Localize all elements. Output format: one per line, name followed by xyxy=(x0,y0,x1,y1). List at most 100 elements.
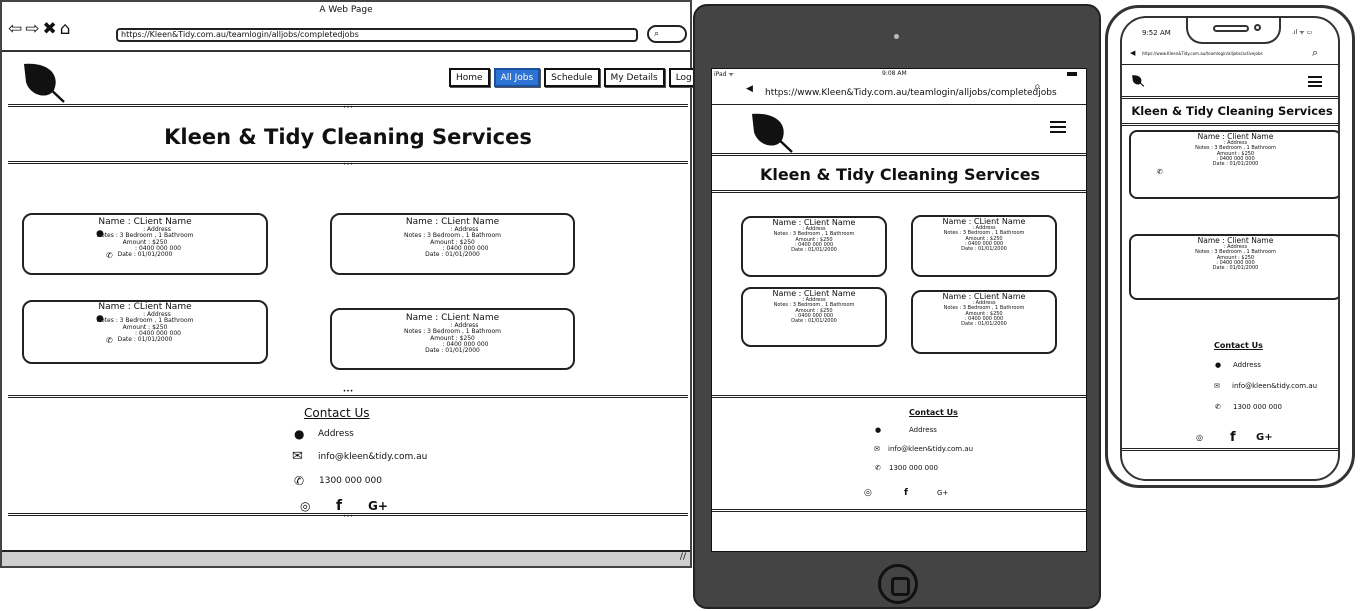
divider xyxy=(712,190,1086,193)
map-pin-icon: ● xyxy=(1215,361,1222,369)
resize-grip: ••• xyxy=(342,388,354,395)
map-pin-icon: ● xyxy=(875,426,882,434)
resize-grip: ••• xyxy=(342,104,354,111)
job-date: Date : 01/01/2000 xyxy=(1212,161,1259,167)
search-icon[interactable]: ⌕ xyxy=(1312,46,1318,60)
job-date: Date : 01/01/2000 xyxy=(961,321,1007,327)
phone-icon: ✆ xyxy=(106,251,113,260)
job-date: Date : 01/01/2000 xyxy=(791,318,837,324)
job-card[interactable]: Name : CLient Name : Address Notes : 3 B… xyxy=(330,213,575,275)
hamburger-menu-icon[interactable] xyxy=(1050,121,1066,133)
tablet-status-left: iPad ᯤ xyxy=(714,71,734,78)
job-date: Date : 01/01/2000 xyxy=(117,251,173,259)
contact-email[interactable]: info@kleen&tidy.com.au xyxy=(888,445,973,453)
job-card[interactable]: Name : CLient Name ● : Address Notes : 3… xyxy=(22,300,268,364)
leaf-logo-icon[interactable] xyxy=(1131,74,1145,87)
divider xyxy=(1122,123,1338,126)
map-pin-icon: ● xyxy=(96,314,104,324)
facebook-icon[interactable]: f xyxy=(336,498,368,514)
back-arrow-icon[interactable]: ⇦ xyxy=(8,19,25,39)
instagram-icon[interactable]: ◎ xyxy=(300,499,336,513)
instagram-icon[interactable]: ◎ xyxy=(1196,433,1230,442)
job-card[interactable]: Name : CLient Name : Address Notes : 3 B… xyxy=(741,287,887,347)
contact-email[interactable]: info@kleen&tidy.com.au xyxy=(318,452,427,462)
contact-address-row: ● Address xyxy=(875,426,937,434)
phone-address-bar[interactable]: https://www.Kleen&Tidy.com.au/teamlogin/… xyxy=(1142,51,1263,56)
desktop-browser-window: A Web Page ⇦⇨✖⌂ https://Kleen&Tidy.com.a… xyxy=(0,0,718,568)
signal-wifi-battery-icons: .ıl ᯤ ▭ xyxy=(1292,29,1313,36)
phone-site-title: Kleen & Tidy Cleaning Services xyxy=(1131,104,1333,118)
divider xyxy=(1122,96,1338,99)
phone-icon: ✆ xyxy=(1215,403,1221,411)
site-title: Kleen & Tidy Cleaning Services xyxy=(164,125,532,149)
phone-notch xyxy=(1186,18,1281,44)
job-date: Date : 01/01/2000 xyxy=(791,247,837,253)
phone-status-time: 9:52 AM xyxy=(1142,29,1171,37)
tablet-home-button[interactable] xyxy=(878,564,918,604)
contact-phone[interactable]: 1300 000 000 xyxy=(889,464,938,472)
phone-icon: ✆ xyxy=(106,336,113,345)
tablet-site-title: Kleen & Tidy Cleaning Services xyxy=(759,165,1041,184)
contact-title: Contact Us xyxy=(1214,341,1263,350)
map-pin-icon: ● xyxy=(96,229,104,239)
tablet-camera xyxy=(894,34,899,39)
job-date: Date : 01/01/2000 xyxy=(117,336,173,344)
social-links: ◎ f G+ xyxy=(1196,430,1273,445)
back-icon[interactable]: ◀ xyxy=(1130,49,1135,57)
job-card[interactable]: Name : CLient Name : Address Notes : 3 B… xyxy=(741,216,887,277)
phone-icon: ✆ xyxy=(294,474,305,488)
back-icon[interactable]: ◀ xyxy=(746,84,753,94)
contact-title: Contact Us xyxy=(909,408,958,417)
job-card[interactable]: Name : CLient Name : Address Notes : 3 B… xyxy=(911,215,1057,277)
contact-phone[interactable]: 1300 000 000 xyxy=(1233,403,1282,411)
google-plus-icon[interactable]: G+ xyxy=(368,499,388,513)
browser-statusbar: // xyxy=(2,550,690,566)
search-icon: ⌕ xyxy=(654,29,660,39)
job-card[interactable]: Name : Client Name : Address Notes : 3 B… xyxy=(1129,234,1338,300)
address-bar[interactable]: https://Kleen&Tidy.com.au/teamlogin/allj… xyxy=(116,28,638,42)
nav-all-jobs[interactable]: All Jobs xyxy=(493,68,541,87)
leaf-logo-icon[interactable] xyxy=(20,60,68,104)
social-links: ◎ f G+ xyxy=(864,488,948,498)
tablet-address-bar[interactable]: https://www.Kleen&Tidy.com.au/teamlogin/… xyxy=(765,88,1057,98)
contact-address-row: ● Address xyxy=(1215,361,1261,369)
divider xyxy=(712,395,1086,398)
contact-address-row: ● Address xyxy=(294,427,354,441)
browser-search-button[interactable]: ⌕ xyxy=(647,25,687,43)
google-plus-icon[interactable]: G+ xyxy=(1256,432,1273,443)
window-title: A Web Page xyxy=(319,5,373,15)
home-icon[interactable]: ⌂ xyxy=(60,19,74,39)
resize-grip: ••• xyxy=(342,513,354,520)
job-date: Date : 01/01/2000 xyxy=(1212,265,1259,271)
contact-address: Address xyxy=(1233,361,1261,369)
hamburger-menu-icon[interactable] xyxy=(1308,76,1322,87)
facebook-icon[interactable]: f xyxy=(1230,430,1256,445)
contact-email-row: ✉ info@kleen&tidy.com.au xyxy=(1214,382,1317,390)
divider xyxy=(1122,64,1338,65)
google-plus-icon[interactable]: G+ xyxy=(937,489,948,497)
leaf-logo-icon[interactable] xyxy=(748,110,796,154)
instagram-icon[interactable]: ◎ xyxy=(864,488,904,498)
contact-email-row: ✉ info@kleen&tidy.com.au xyxy=(874,445,973,453)
close-icon[interactable]: ✖ xyxy=(43,19,60,39)
job-card[interactable]: Name : CLient Name : Address Notes : 3 B… xyxy=(330,308,575,370)
contact-email[interactable]: info@kleen&tidy.com.au xyxy=(1232,382,1317,390)
search-icon[interactable]: ⌕ xyxy=(1034,79,1041,94)
job-card[interactable]: Name : CLient Name ● : Address Notes : 3… xyxy=(22,213,268,275)
job-card[interactable]: Name : CLient Name : Address Notes : 3 B… xyxy=(911,290,1057,354)
main-navigation: Home All Jobs Schedule My Details Log Ou… xyxy=(449,68,718,87)
nav-schedule[interactable]: Schedule xyxy=(544,68,600,87)
tablet-status-time: 9:08 AM xyxy=(882,70,907,77)
contact-phone-row: ✆ 1300 000 000 xyxy=(875,464,938,472)
resize-grip: ••• xyxy=(342,161,354,168)
mail-icon: ✉ xyxy=(292,449,303,464)
facebook-icon[interactable]: f xyxy=(904,488,937,498)
forward-arrow-icon[interactable]: ⇨ xyxy=(25,19,42,39)
resize-corner-icon[interactable]: // xyxy=(680,552,686,562)
contact-phone-row: ✆ 1300 000 000 xyxy=(1215,403,1282,411)
nav-my-details[interactable]: My Details xyxy=(603,68,665,87)
contact-title: Contact Us xyxy=(304,406,370,420)
job-card[interactable]: Name : Client Name : Address Notes : 3 B… xyxy=(1129,130,1338,199)
contact-phone[interactable]: 1300 000 000 xyxy=(319,476,382,486)
nav-home[interactable]: Home xyxy=(449,68,490,87)
